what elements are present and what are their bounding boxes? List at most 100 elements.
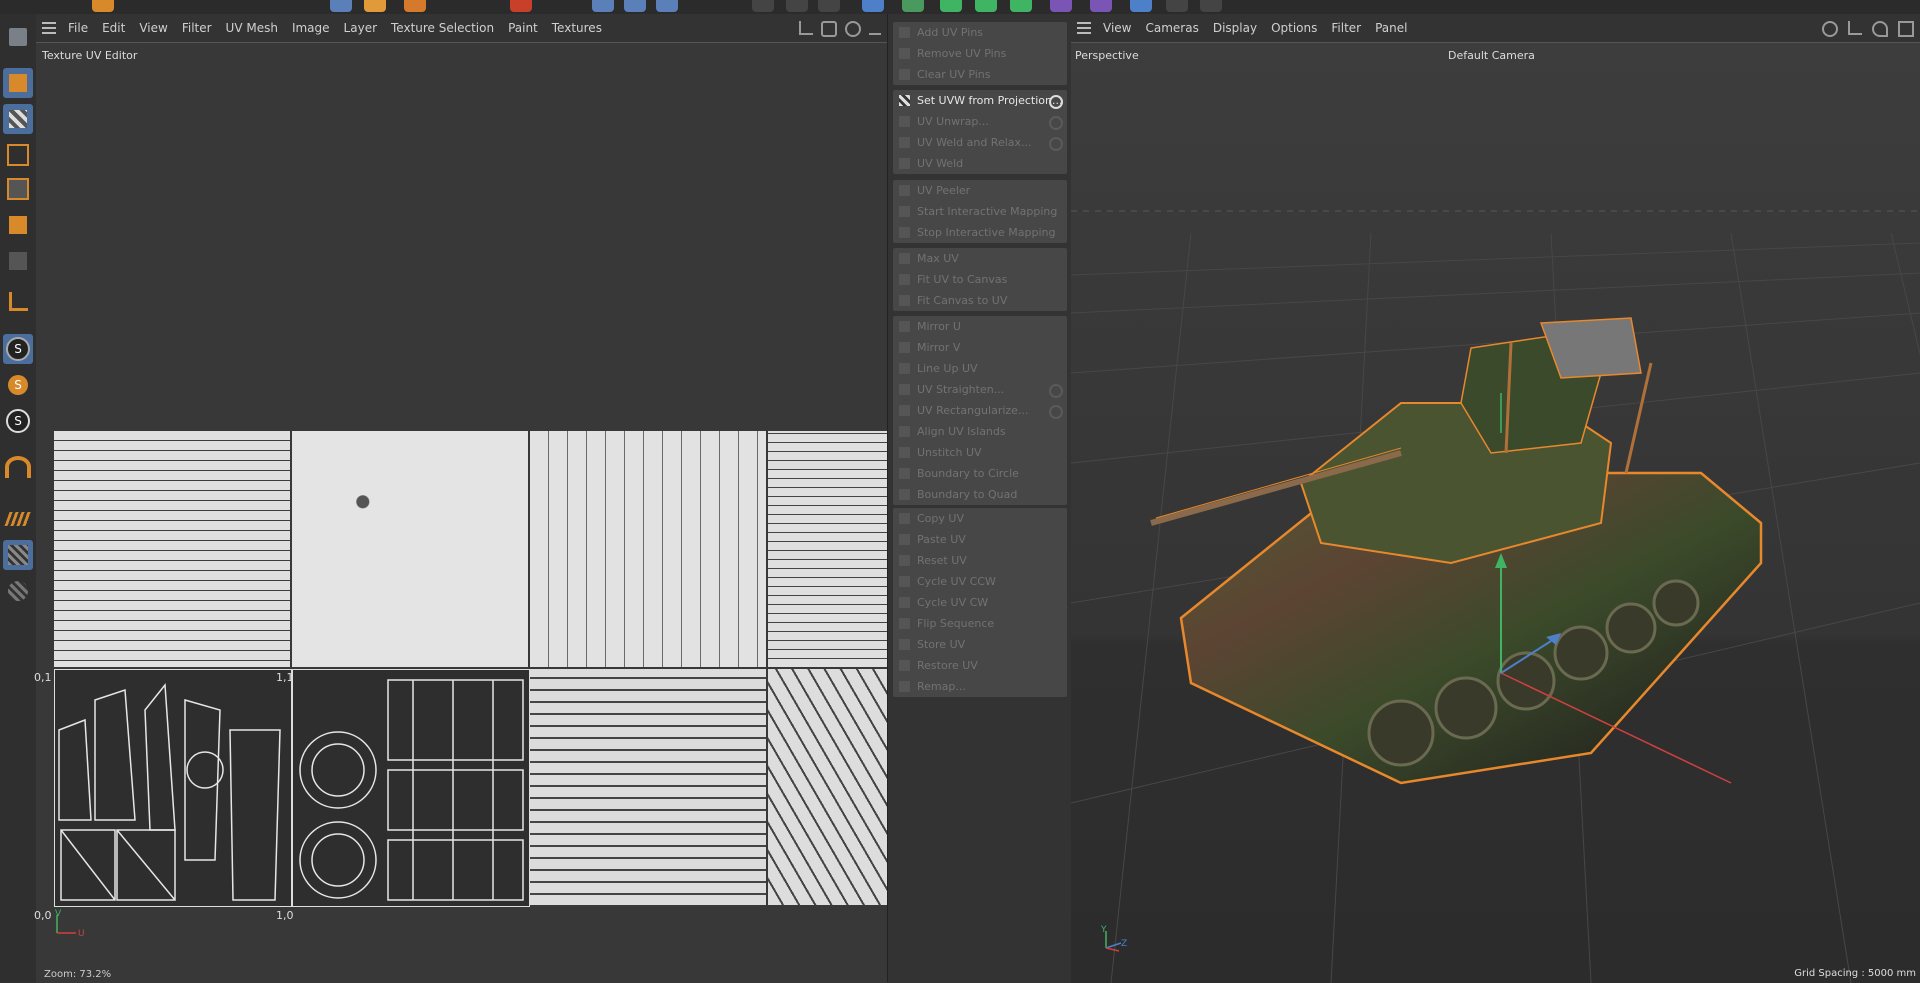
uv-command-mirror-v[interactable]: Mirror V (893, 337, 1067, 358)
histogram-icon[interactable] (799, 21, 813, 35)
lock-icon[interactable] (821, 21, 837, 37)
menu-textures[interactable]: Textures (552, 21, 602, 35)
perspective-viewport[interactable]: Perspective Default Camera Y Z Grid Spac… (1071, 42, 1920, 983)
camera-icon[interactable] (1166, 0, 1188, 12)
uv-command-line-up-uv[interactable]: Line Up UV (893, 358, 1067, 379)
uv-command-uv-peeler[interactable]: UV Peeler (893, 180, 1067, 201)
menu-display[interactable]: Display (1213, 21, 1257, 35)
array-icon[interactable] (975, 0, 997, 12)
viewport-menu-icon[interactable] (1077, 19, 1091, 37)
uv-command-uv-straighten[interactable]: UV Straighten... (893, 379, 1067, 400)
uv-command-reset-uv[interactable]: Reset UV (893, 550, 1067, 571)
menu-cameras[interactable]: Cameras (1145, 21, 1198, 35)
menu-filter[interactable]: Filter (1331, 21, 1361, 35)
field-icon[interactable] (1090, 0, 1112, 12)
workplane-icon[interactable] (3, 504, 33, 534)
menu-uv-mesh[interactable]: UV Mesh (226, 21, 278, 35)
uv-command-remap[interactable]: Remap... (893, 676, 1067, 697)
gear-icon[interactable] (1049, 137, 1063, 151)
uv-command-flip-sequence[interactable]: Flip Sequence (893, 613, 1067, 634)
uv-polygons-mode-icon[interactable] (3, 246, 33, 276)
uv-command-unstitch-uv[interactable]: Unstitch UV (893, 442, 1067, 463)
menu-view[interactable]: View (139, 21, 167, 35)
uv-command-uv-weld[interactable]: UV Weld (893, 153, 1067, 174)
menu-panel[interactable]: Panel (1375, 21, 1407, 35)
menu-filter[interactable]: Filter (182, 21, 212, 35)
edges-mode-icon[interactable] (3, 174, 33, 204)
uv-command-align-uv-islands[interactable]: Align UV Islands (893, 421, 1067, 442)
menu-paint[interactable]: Paint (508, 21, 538, 35)
light-icon[interactable] (1200, 0, 1222, 12)
deformer-icon[interactable] (1050, 0, 1072, 12)
menu-layer[interactable]: Layer (344, 21, 377, 35)
active-camera[interactable]: Default Camera (1448, 49, 1535, 62)
solo-icon[interactable] (3, 576, 33, 606)
uv-command-max-uv[interactable]: Max UV (893, 248, 1067, 269)
texture-mode-icon[interactable] (3, 104, 33, 134)
viewport-zoom-icon[interactable] (1848, 21, 1862, 35)
snap-settings-icon[interactable]: S (3, 370, 33, 400)
undo-icon[interactable] (92, 0, 114, 12)
uv-command-remove-uv-pins[interactable]: Remove UV Pins (893, 43, 1067, 64)
record-icon[interactable] (510, 0, 532, 12)
scale-tool-icon[interactable] (364, 0, 386, 12)
uv-command-stop-interactive-mapping[interactable]: Stop Interactive Mapping (893, 222, 1067, 243)
points-mode-icon[interactable] (3, 140, 33, 170)
uv-command-uv-rectangularize[interactable]: UV Rectangularize... (893, 400, 1067, 421)
model-mode-icon[interactable] (3, 68, 33, 98)
menu-options[interactable]: Options (1271, 21, 1317, 35)
uv-command-fit-canvas-to-uv[interactable]: Fit Canvas to UV (893, 290, 1067, 311)
polygons-mode-icon[interactable] (3, 210, 33, 240)
gear-icon[interactable] (1049, 116, 1063, 130)
uv-command-cycle-uv-cw[interactable]: Cycle UV CW (893, 592, 1067, 613)
menu-image[interactable]: Image (292, 21, 330, 35)
gear-icon[interactable] (1049, 95, 1063, 109)
floor-icon[interactable] (1130, 0, 1152, 12)
uv-command-start-interactive-mapping[interactable]: Start Interactive Mapping (893, 201, 1067, 222)
pan-icon[interactable] (845, 21, 861, 37)
menu-texture-selection[interactable]: Texture Selection (391, 21, 494, 35)
viewport-maximize-icon[interactable] (1898, 21, 1914, 37)
uv-viewport[interactable]: Texture UV Editor 0,1 1,1 0,0 1,0 V U Zo… (34, 42, 887, 983)
snap-icon[interactable]: S (3, 334, 33, 364)
render-icon[interactable] (786, 0, 808, 12)
uv-command-mirror-u[interactable]: Mirror U (893, 316, 1067, 337)
menu-edit[interactable]: Edit (102, 21, 125, 35)
uv-command-fit-uv-to-canvas[interactable]: Fit UV to Canvas (893, 269, 1067, 290)
uv-points-mode-icon[interactable] (3, 22, 33, 52)
uv-command-copy-uv[interactable]: Copy UV (893, 508, 1067, 529)
uv-command-uv-unwrap[interactable]: UV Unwrap... (893, 111, 1067, 132)
uv-command-set-uvw-from-projection[interactable]: Set UVW from Projection... (893, 90, 1067, 111)
viewport-move-icon[interactable] (1822, 21, 1838, 37)
panel-menu-icon[interactable] (42, 19, 56, 37)
zoom-icon[interactable] (869, 21, 881, 35)
grid-lock-icon[interactable] (3, 540, 33, 570)
x-axis-lock-icon[interactable] (592, 0, 614, 12)
uv-command-clear-uv-pins[interactable]: Clear UV Pins (893, 64, 1067, 85)
uv-command-boundary-to-circle[interactable]: Boundary to Circle (893, 463, 1067, 484)
uv-command-paste-uv[interactable]: Paste UV (893, 529, 1067, 550)
menu-view[interactable]: View (1103, 21, 1131, 35)
y-axis-lock-icon[interactable] (624, 0, 646, 12)
generator-icon[interactable] (940, 0, 962, 12)
gear-icon[interactable] (1049, 405, 1063, 419)
uv-command-boundary-to-quad[interactable]: Boundary to Quad (893, 484, 1067, 505)
axis-mode-icon[interactable] (3, 286, 33, 316)
cube-icon[interactable] (862, 0, 884, 12)
magnet-icon[interactable] (3, 452, 33, 482)
move-tool-icon[interactable] (330, 0, 352, 12)
cloner-icon[interactable] (1010, 0, 1032, 12)
spline-icon[interactable] (902, 0, 924, 12)
z-axis-lock-icon[interactable] (656, 0, 678, 12)
uv-command-add-uv-pins[interactable]: Add UV Pins (893, 22, 1067, 43)
viewport-rotate-icon[interactable] (1872, 21, 1888, 37)
render-view-icon[interactable] (752, 0, 774, 12)
gear-icon[interactable] (1049, 384, 1063, 398)
render-settings-icon[interactable] (818, 0, 840, 12)
menu-file[interactable]: File (68, 21, 88, 35)
quantize-icon[interactable]: S (3, 406, 33, 436)
rotate-tool-icon[interactable] (404, 0, 426, 12)
uv-command-uv-weld-and-relax[interactable]: UV Weld and Relax... (893, 132, 1067, 153)
uv-command-restore-uv[interactable]: Restore UV (893, 655, 1067, 676)
uv-command-cycle-uv-ccw[interactable]: Cycle UV CCW (893, 571, 1067, 592)
